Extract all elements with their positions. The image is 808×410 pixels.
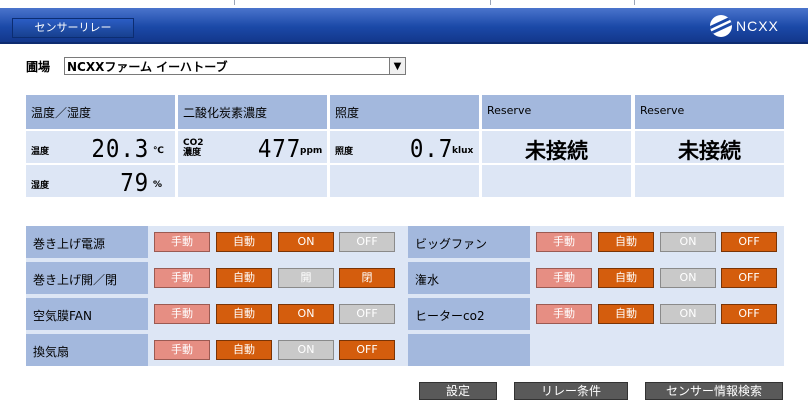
sensor-row-empty bbox=[635, 165, 784, 197]
on-button[interactable]: ON bbox=[278, 304, 334, 324]
relay-row-heater-co2: ヒーターco2 手動 自動 ON OFF bbox=[408, 298, 786, 330]
relay-name-empty bbox=[408, 334, 530, 366]
sensor-row-empty bbox=[330, 165, 479, 197]
sensor-row: 温度 20.3 ℃ bbox=[26, 131, 175, 163]
sensor-row: 未接続 bbox=[482, 131, 631, 163]
sensor-value: 79 bbox=[120, 168, 149, 197]
sensor-row: 照度 0.7 klux bbox=[330, 131, 479, 163]
sensor-panel-reserve: Reserve 未接続 bbox=[635, 95, 784, 199]
off-button[interactable]: OFF bbox=[721, 268, 777, 288]
sensor-label: 湿度 bbox=[31, 181, 50, 191]
sensor-title: 温度／湿度 bbox=[26, 95, 175, 129]
farm-label: 圃場 bbox=[26, 60, 51, 74]
sensor-label-line: CO2 bbox=[183, 138, 204, 148]
relay-name: ビッグファン bbox=[408, 226, 530, 258]
sensor-value: 0.7 bbox=[409, 134, 453, 163]
relay-row-roll-open-close: 巻き上げ開／閉 手動 自動 開 閉 bbox=[26, 262, 404, 294]
relay-name: 空気膜FAN bbox=[26, 298, 148, 330]
sensor-panel-illuminance: 照度 照度 0.7 klux bbox=[330, 95, 479, 199]
sensor-value: 477 bbox=[257, 134, 301, 163]
on-button[interactable]: ON bbox=[660, 304, 716, 324]
relay-name: ヒーターco2 bbox=[408, 298, 530, 330]
relay-control-panel: 巻き上げ電源 手動 自動 ON OFF 巻き上げ開／閉 手動 自動 開 閉 空気… bbox=[26, 226, 784, 366]
relay-name: 巻き上げ電源 bbox=[26, 226, 148, 258]
chevron-down-icon[interactable]: ▼ bbox=[389, 58, 405, 74]
sensor-panel-reserve: Reserve 未接続 bbox=[482, 95, 631, 199]
sensor-row: 未接続 bbox=[635, 131, 784, 163]
sensor-label-line: 濃度 bbox=[183, 148, 202, 158]
sensor-label: 温度 bbox=[31, 147, 50, 157]
top-divider bbox=[234, 0, 235, 5]
on-button[interactable]: ON bbox=[660, 232, 716, 252]
manual-button[interactable]: 手動 bbox=[154, 340, 210, 360]
manual-button[interactable]: 手動 bbox=[536, 304, 592, 324]
relay-row-roll-power: 巻き上げ電源 手動 自動 ON OFF bbox=[26, 226, 404, 258]
status-not-connected: 未接続 bbox=[525, 139, 588, 163]
on-button[interactable]: ON bbox=[660, 268, 716, 288]
auto-button[interactable]: 自動 bbox=[216, 340, 272, 360]
settings-button[interactable]: 設定 bbox=[419, 382, 497, 400]
off-button[interactable]: OFF bbox=[721, 232, 777, 252]
sensor-unit: ppm bbox=[300, 146, 323, 156]
sensor-title: 二酸化炭素濃度 bbox=[178, 95, 327, 129]
sensor-title: Reserve bbox=[635, 95, 784, 129]
sensor-panel-temp-humidity: 温度／湿度 温度 20.3 ℃ 湿度 79 % bbox=[26, 95, 175, 199]
sensor-unit: ℃ bbox=[153, 146, 164, 156]
sensor-row-empty bbox=[178, 165, 327, 197]
header-bar: センサーリレー NCXX bbox=[0, 8, 808, 44]
sensor-row: CO2 濃度 477 ppm bbox=[178, 131, 327, 163]
top-strip bbox=[0, 0, 808, 8]
sensor-search-button[interactable]: センサー情報検索 bbox=[645, 382, 783, 400]
auto-button[interactable]: 自動 bbox=[216, 232, 272, 252]
relay-row-big-fan: ビッグファン 手動 自動 ON OFF bbox=[408, 226, 786, 258]
top-divider bbox=[634, 0, 635, 5]
relay-row-irrigation: 潅水 手動 自動 ON OFF bbox=[408, 262, 786, 294]
on-button[interactable]: ON bbox=[278, 232, 334, 252]
status-not-connected: 未接続 bbox=[678, 139, 741, 163]
open-button[interactable]: 開 bbox=[278, 268, 334, 288]
sensor-label: CO2 濃度 bbox=[183, 138, 204, 158]
farm-select-value: NCXXファーム イーハトーブ bbox=[67, 59, 228, 74]
relay-row-empty bbox=[408, 334, 786, 366]
sensor-panel-co2: 二酸化炭素濃度 CO2 濃度 477 ppm bbox=[178, 95, 327, 199]
farm-select[interactable]: NCXXファーム イーハトーブ ▼ bbox=[64, 57, 406, 75]
relay-row-air-film-fan: 空気膜FAN 手動 自動 ON OFF bbox=[26, 298, 404, 330]
auto-button[interactable]: 自動 bbox=[598, 232, 654, 252]
on-button[interactable]: ON bbox=[278, 340, 334, 360]
manual-button[interactable]: 手動 bbox=[536, 268, 592, 288]
off-button[interactable]: OFF bbox=[339, 304, 395, 324]
off-button[interactable]: OFF bbox=[721, 304, 777, 324]
relay-conditions-button[interactable]: リレー条件 bbox=[514, 382, 628, 400]
relay-name: 換気扇 bbox=[26, 334, 148, 366]
sensor-title: Reserve bbox=[482, 95, 631, 129]
off-button[interactable]: OFF bbox=[339, 340, 395, 360]
auto-button[interactable]: 自動 bbox=[598, 268, 654, 288]
manual-button[interactable]: 手動 bbox=[154, 268, 210, 288]
close-button[interactable]: 閉 bbox=[339, 268, 395, 288]
manual-button[interactable]: 手動 bbox=[154, 304, 210, 324]
sensor-unit: % bbox=[153, 180, 163, 190]
auto-button[interactable]: 自動 bbox=[216, 304, 272, 324]
off-button[interactable]: OFF bbox=[339, 232, 395, 252]
logo-mark-icon bbox=[710, 15, 732, 37]
manual-button[interactable]: 手動 bbox=[536, 232, 592, 252]
relay-row-ventilation-fan: 換気扇 手動 自動 ON OFF bbox=[26, 334, 404, 366]
relay-name: 潅水 bbox=[408, 262, 530, 294]
sensor-label: 照度 bbox=[335, 147, 354, 157]
sensor-value: 20.3 bbox=[91, 134, 149, 163]
auto-button[interactable]: 自動 bbox=[216, 268, 272, 288]
sensor-row-empty bbox=[482, 165, 631, 197]
sensor-title: 照度 bbox=[330, 95, 479, 129]
sensor-unit: klux bbox=[452, 146, 474, 156]
manual-button[interactable]: 手動 bbox=[154, 232, 210, 252]
logo-text: NCXX bbox=[736, 18, 779, 34]
top-divider bbox=[490, 0, 491, 5]
relay-name: 巻き上げ開／閉 bbox=[26, 262, 148, 294]
tab-sensor-relay[interactable]: センサーリレー bbox=[12, 18, 134, 38]
auto-button[interactable]: 自動 bbox=[598, 304, 654, 324]
sensor-row: 湿度 79 % bbox=[26, 165, 175, 197]
logo: NCXX bbox=[710, 15, 779, 37]
